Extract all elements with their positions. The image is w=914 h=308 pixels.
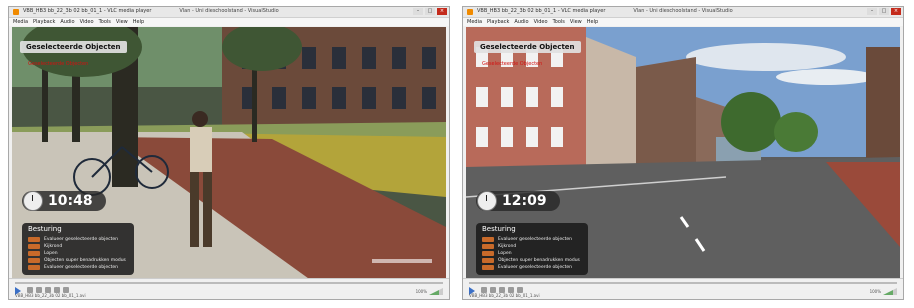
minimize-icon[interactable]: – [413,8,423,15]
list-item: Kijkrond [28,243,126,250]
vlc-cone-icon [13,9,19,15]
seek-bar[interactable] [469,282,897,284]
list-item: Kijkrond [482,243,580,250]
window-center-title: Vlan - Uni dieschoolstand - VisualStudio [179,8,279,14]
keyboard-key-icon [482,265,494,270]
menu-audio[interactable]: Audio [60,18,74,26]
maximize-icon[interactable]: □ [879,8,889,15]
clock-icon [477,191,497,211]
panel-item-label: Objecten super benadrukken modus [498,258,580,263]
window-title: VBB_HB3 bb_22_3b 02 bb_01_1 - VLC media … [477,8,606,14]
list-item: Evalueer geselecteerde objecten [482,236,580,243]
menu-bar: Media Playback Audio Video Tools View He… [9,18,449,26]
list-item: Evalueer geselecteerde objecten [28,236,126,243]
controls-panel: Besturing Evalueer geselecteerde objecte… [22,223,134,275]
close-icon[interactable]: × [891,8,901,15]
menu-playback[interactable]: Playback [33,18,55,26]
menu-view[interactable]: View [570,18,582,26]
clock-widget: 10:48 [22,191,106,211]
volume-percent: 100% [869,289,881,294]
vlc-cone-icon [467,9,473,15]
mouse-key-icon [28,237,40,242]
panel-item-label: Objecten super benadrukken modus [44,258,126,263]
player-controls: VBB_HB3 bb_22_3b 02 bb_01_1.avi 100% [9,278,449,299]
window-center-title: Vlan - Uni dieschoolstand - VisualStudio [633,8,733,14]
close-icon[interactable]: × [437,8,447,15]
list-item: Evalueer geselecteerde objecten [482,264,580,271]
list-item: Lopen [482,250,580,257]
overlay-title: Geselecteerde Objecten [474,41,581,53]
list-item: Objecten super benadrukken modus [482,257,580,264]
menu-tools[interactable]: Tools [99,18,111,26]
menu-bar: Media Playback Audio Video Tools View He… [463,18,903,26]
controls-panel: Besturing Evalueer geselecteerde objecte… [476,223,588,275]
menu-video[interactable]: Video [80,18,94,26]
status-text: VBB_HB3 bb_22_3b 02 bb_01_1.avi [15,293,86,298]
minimize-icon[interactable]: – [867,8,877,15]
list-item: Lopen [28,250,126,257]
title-bar: VBB_HB3 bb_22_3b 02 bb_01_1 - VLC media … [463,7,903,18]
panel-title: Besturing [482,225,516,233]
clock-time: 12:09 [502,193,547,209]
menu-tools[interactable]: Tools [553,18,565,26]
mouse-key-icon [482,244,494,249]
volume-slider[interactable] [883,288,897,295]
panel-item-label: Evalueer geselecteerde objecten [44,265,119,270]
keyboard-key-icon [28,258,40,263]
menu-help[interactable]: Help [587,18,598,26]
maximize-icon[interactable]: □ [425,8,435,15]
video-frame[interactable]: Geselecteerde Objecten Geselecteerde Obj… [466,27,900,281]
panel-item-label: Lopen [498,251,512,256]
panel-item-label: Evalueer geselecteerde objecten [44,237,119,242]
list-item: Evalueer geselecteerde objecten [28,264,126,271]
panel-item-label: Kijkrond [44,244,63,249]
menu-audio[interactable]: Audio [514,18,528,26]
mouse-key-icon [28,244,40,249]
vlc-window-left: VBB_HB3 bb_22_3b 02 bb_01_1 - VLC media … [8,6,450,300]
keyboard-key-icon [482,258,494,263]
window-title: VBB_HB3 bb_22_3b 02 bb_01_1 - VLC media … [23,8,152,14]
menu-video[interactable]: Video [534,18,548,26]
clock-icon [23,191,43,211]
menu-playback[interactable]: Playback [487,18,509,26]
panel-item-label: Kijkrond [498,244,517,249]
panel-item-label: Evalueer geselecteerde objecten [498,265,573,270]
volume-slider[interactable] [429,288,443,295]
overlay-title: Geselecteerde Objecten [20,41,127,53]
player-controls: VBB_HB3 bb_22_3b 02 bb_01_1.avi 100% [463,278,903,299]
seek-bar[interactable] [15,282,443,284]
panel-item-label: Evalueer geselecteerde objecten [498,237,573,242]
list-item: Objecten super benadrukken modus [28,257,126,264]
mouse-key-icon [482,237,494,242]
menu-media[interactable]: Media [13,18,28,26]
panel-title: Besturing [28,225,62,233]
menu-help[interactable]: Help [133,18,144,26]
keyboard-key-icon [28,251,40,256]
clock-time: 10:48 [48,193,93,209]
volume-percent: 100% [415,289,427,294]
menu-media[interactable]: Media [467,18,482,26]
title-bar: VBB_HB3 bb_22_3b 02 bb_01_1 - VLC media … [9,7,449,18]
clock-widget: 12:09 [476,191,560,211]
status-text: VBB_HB3 bb_22_3b 02 bb_01_1.avi [469,293,540,298]
overlay-red-label: Geselecteerde Objecten [28,61,89,67]
keyboard-key-icon [28,265,40,270]
keyboard-key-icon [482,251,494,256]
overlay-red-label: Geselecteerde Objecten [482,61,543,67]
panel-item-label: Lopen [44,251,58,256]
video-frame[interactable]: Geselecteerde Objecten Geselecteerde Obj… [12,27,446,281]
menu-view[interactable]: View [116,18,128,26]
vlc-window-right: VBB_HB3 bb_22_3b 02 bb_01_1 - VLC media … [462,6,904,300]
